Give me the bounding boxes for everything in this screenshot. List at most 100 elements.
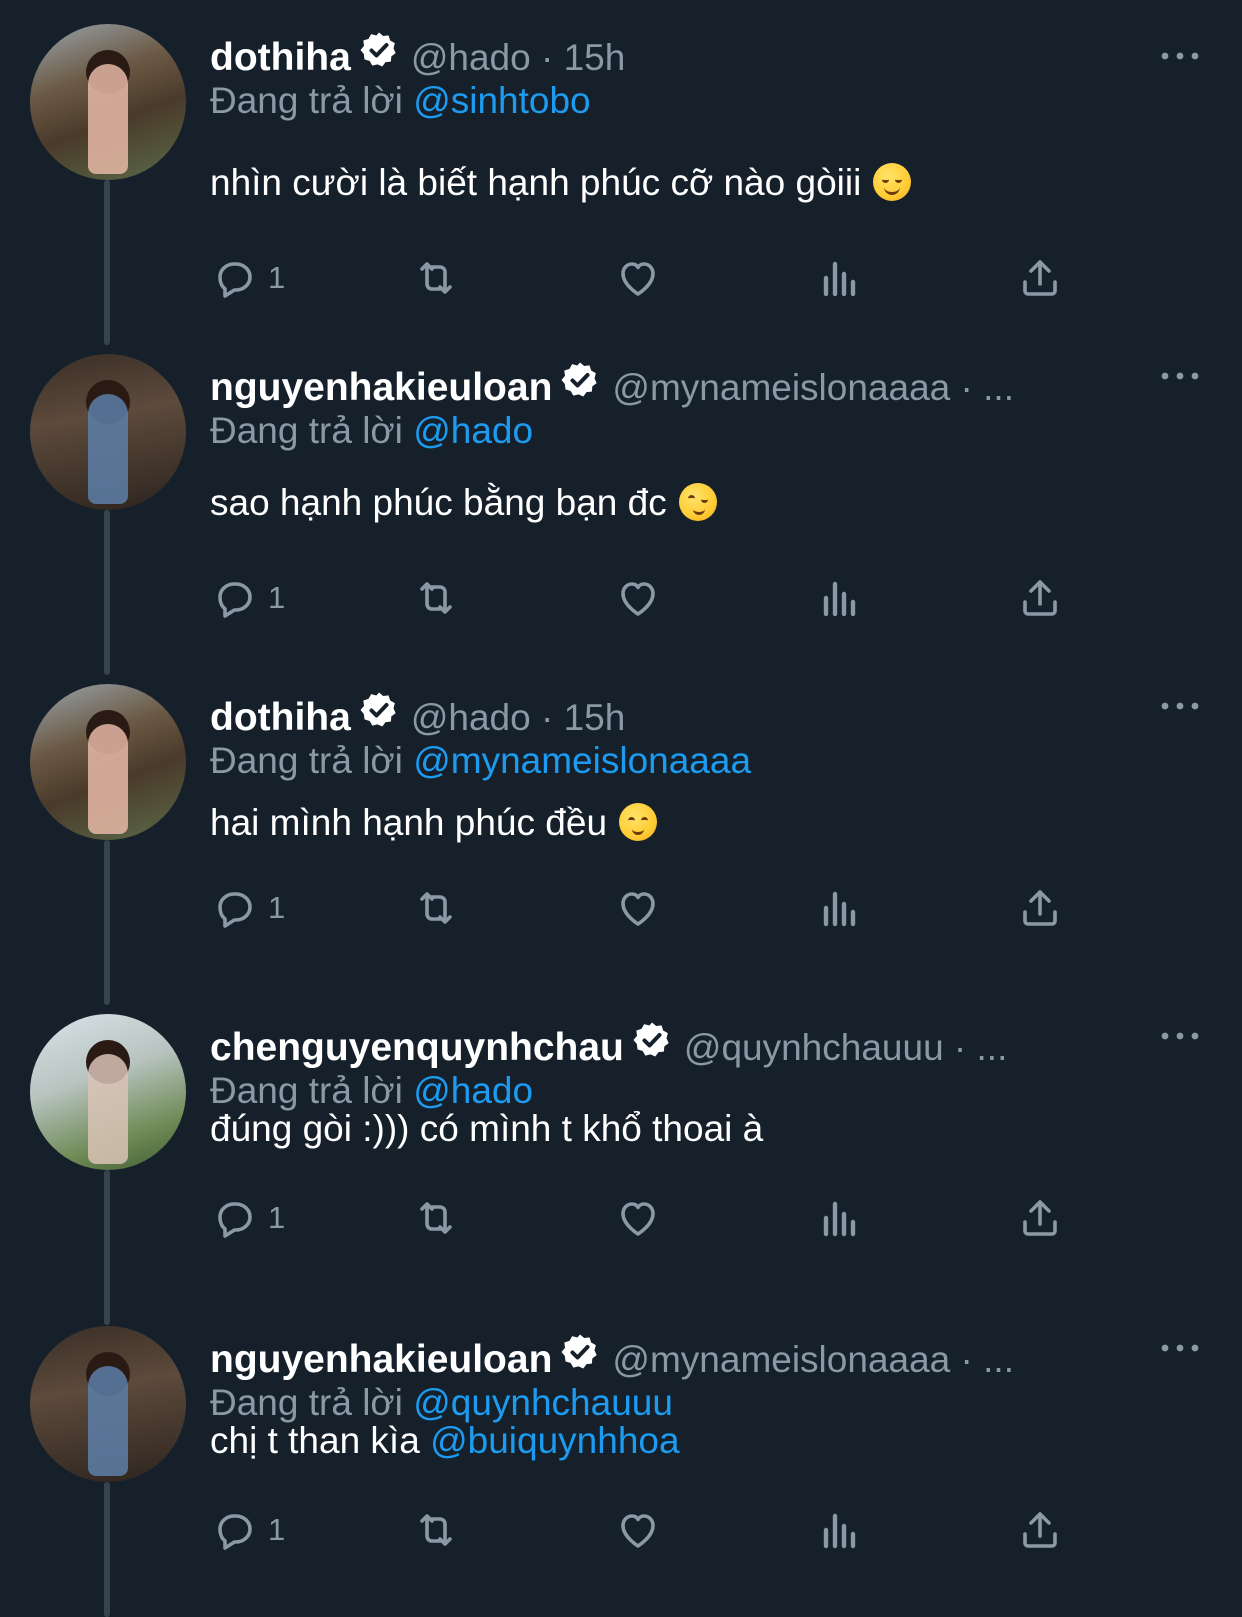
tweet[interactable]: nguyenhakieuloan @mynameislonaaaa · ... … — [0, 1302, 1242, 1617]
tweet-text: hai mình hạnh phúc đều — [210, 802, 658, 844]
handle[interactable]: @quynhchauuu · ... — [684, 1027, 1007, 1069]
reply-button[interactable]: 1 — [210, 1502, 285, 1558]
tweet-actions: 1 — [210, 570, 1090, 626]
tweet[interactable]: nguyenhakieuloan @mynameislonaaaa · ... … — [0, 330, 1242, 660]
views-button[interactable] — [816, 1502, 864, 1558]
replying-to: Đang trả lời @hado — [210, 410, 533, 452]
display-name[interactable]: nguyenhakieuloan — [210, 1338, 552, 1382]
retweet-icon — [412, 1506, 460, 1554]
reply-count: 1 — [268, 260, 286, 295]
bar-chart-icon — [816, 1194, 864, 1242]
retweet-button[interactable] — [412, 570, 460, 626]
display-name[interactable]: dothiha — [210, 696, 351, 740]
reply-button[interactable]: 1 — [210, 880, 285, 936]
avatar[interactable] — [30, 354, 186, 510]
bar-chart-icon — [816, 1506, 864, 1554]
tweet-text-content: đúng gòi :))) có mình t khổ thoai à — [210, 1108, 764, 1149]
avatar[interactable] — [30, 24, 186, 180]
display-name[interactable]: dothiha — [210, 36, 351, 80]
verified-badge-icon — [560, 360, 600, 400]
display-name[interactable]: chenguyenquynhchau — [210, 1026, 624, 1070]
reply-count: 1 — [268, 1512, 286, 1547]
share-button[interactable] — [1016, 880, 1064, 936]
mention-link[interactable]: @buiquynhhoa — [430, 1420, 679, 1461]
mention-link[interactable]: @hado — [413, 410, 533, 451]
like-button[interactable] — [614, 250, 662, 306]
avatar[interactable] — [30, 684, 186, 840]
handle[interactable]: @mynameislonaaaa · ... — [612, 1339, 1014, 1381]
verified-badge-icon — [359, 690, 399, 730]
tweet-actions: 1 — [210, 880, 1090, 936]
retweet-icon — [412, 254, 460, 302]
tweet-actions: 1 — [210, 1502, 1090, 1558]
speech-bubble-icon — [210, 254, 258, 302]
tweet-text: chị t than kìa @buiquynhhoa — [210, 1420, 680, 1462]
more-dots-icon[interactable] — [1160, 366, 1200, 386]
tweet-text: sao hạnh phúc bằng bạn đc — [210, 482, 717, 524]
tweet-actions: 1 — [210, 250, 1090, 306]
bar-chart-icon — [816, 574, 864, 622]
share-button[interactable] — [1016, 1502, 1064, 1558]
like-button[interactable] — [614, 570, 662, 626]
tweet[interactable]: dothiha @hado · 15h Đang trả lời @sinhto… — [0, 0, 1242, 330]
heart-icon — [614, 1194, 662, 1242]
mention-link[interactable]: @quynhchauuu — [413, 1382, 673, 1423]
mention-link[interactable]: @mynameislonaaaa — [413, 740, 751, 781]
share-upload-icon — [1016, 884, 1064, 932]
bar-chart-icon — [816, 884, 864, 932]
tweet-actions: 1 — [210, 1190, 1090, 1246]
reply-button[interactable]: 1 — [210, 250, 285, 306]
reply-count: 1 — [268, 580, 286, 615]
retweet-icon — [412, 884, 460, 932]
like-button[interactable] — [614, 1502, 662, 1558]
share-button[interactable] — [1016, 250, 1064, 306]
heart-icon — [614, 1506, 662, 1554]
retweet-button[interactable] — [412, 250, 460, 306]
tweet-text-content: chị t than kìa — [210, 1420, 420, 1461]
like-button[interactable] — [614, 880, 662, 936]
share-upload-icon — [1016, 1194, 1064, 1242]
speech-bubble-icon — [210, 1194, 258, 1242]
verified-badge-icon — [560, 1332, 600, 1372]
more-dots-icon[interactable] — [1160, 46, 1200, 66]
reply-button[interactable]: 1 — [210, 1190, 285, 1246]
winking-face-icon — [678, 483, 717, 521]
reply-button[interactable]: 1 — [210, 570, 285, 626]
retweet-button[interactable] — [412, 880, 460, 936]
replying-to-label: Đang trả lời — [210, 740, 403, 781]
replying-to: Đang trả lời @mynameislonaaaa — [210, 740, 751, 782]
handle[interactable]: @hado · 15h — [411, 37, 625, 79]
handle[interactable]: @mynameislonaaaa · ... — [612, 367, 1014, 409]
grinning-squinting-face-icon — [873, 163, 912, 201]
avatar[interactable] — [30, 1014, 186, 1170]
more-dots-icon[interactable] — [1160, 696, 1200, 716]
tweet[interactable]: chenguyenquynhchau @quynhchauuu · ... Đa… — [0, 990, 1242, 1290]
retweet-icon — [412, 1194, 460, 1242]
retweet-button[interactable] — [412, 1502, 460, 1558]
replying-to: Đang trả lời @sinhtobo — [210, 80, 591, 122]
handle[interactable]: @hado · 15h — [411, 697, 625, 739]
speech-bubble-icon — [210, 574, 258, 622]
heart-icon — [614, 574, 662, 622]
replying-to: Đang trả lời @hado — [210, 1070, 533, 1112]
replying-to-label: Đang trả lời — [210, 80, 403, 121]
like-button[interactable] — [614, 1190, 662, 1246]
more-dots-icon[interactable] — [1160, 1338, 1200, 1358]
retweet-button[interactable] — [412, 1190, 460, 1246]
replying-to: Đang trả lời @quynhchauuu — [210, 1382, 673, 1424]
share-button[interactable] — [1016, 570, 1064, 626]
share-upload-icon — [1016, 254, 1064, 302]
views-button[interactable] — [816, 570, 864, 626]
views-button[interactable] — [816, 250, 864, 306]
display-name[interactable]: nguyenhakieuloan — [210, 366, 552, 410]
mention-link[interactable]: @sinhtobo — [413, 80, 590, 121]
mention-link[interactable]: @hado — [413, 1070, 533, 1111]
avatar[interactable] — [30, 1326, 186, 1482]
tweet[interactable]: dothiha @hado · 15h Đang trả lời @myname… — [0, 660, 1242, 990]
views-button[interactable] — [816, 1190, 864, 1246]
tweet-text-content: hai mình hạnh phúc đều — [210, 802, 608, 843]
replying-to-label: Đang trả lời — [210, 1070, 403, 1111]
views-button[interactable] — [816, 880, 864, 936]
share-button[interactable] — [1016, 1190, 1064, 1246]
more-dots-icon[interactable] — [1160, 1026, 1200, 1046]
